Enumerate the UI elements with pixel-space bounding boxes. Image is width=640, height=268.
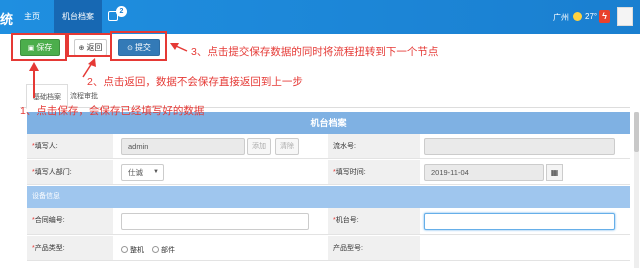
annotation-note-submit: 3、点击提交保存数据的同时将流程扭转到下一个节点 [191,46,439,58]
annotation-note-return: 2、点击返回，数据不会保存直接返回到上一步 [87,76,303,88]
annotation-arrows [29,43,188,98]
annotation-note-save: 1、点击保存，会保存已经填写好的数据 [20,105,205,117]
app-root: 统 主页 机台档案 2 广州 27° ϟ ▣ 保存 ⊕ 返回 ⊙ 提交 基础档案 流程… [0,0,640,268]
